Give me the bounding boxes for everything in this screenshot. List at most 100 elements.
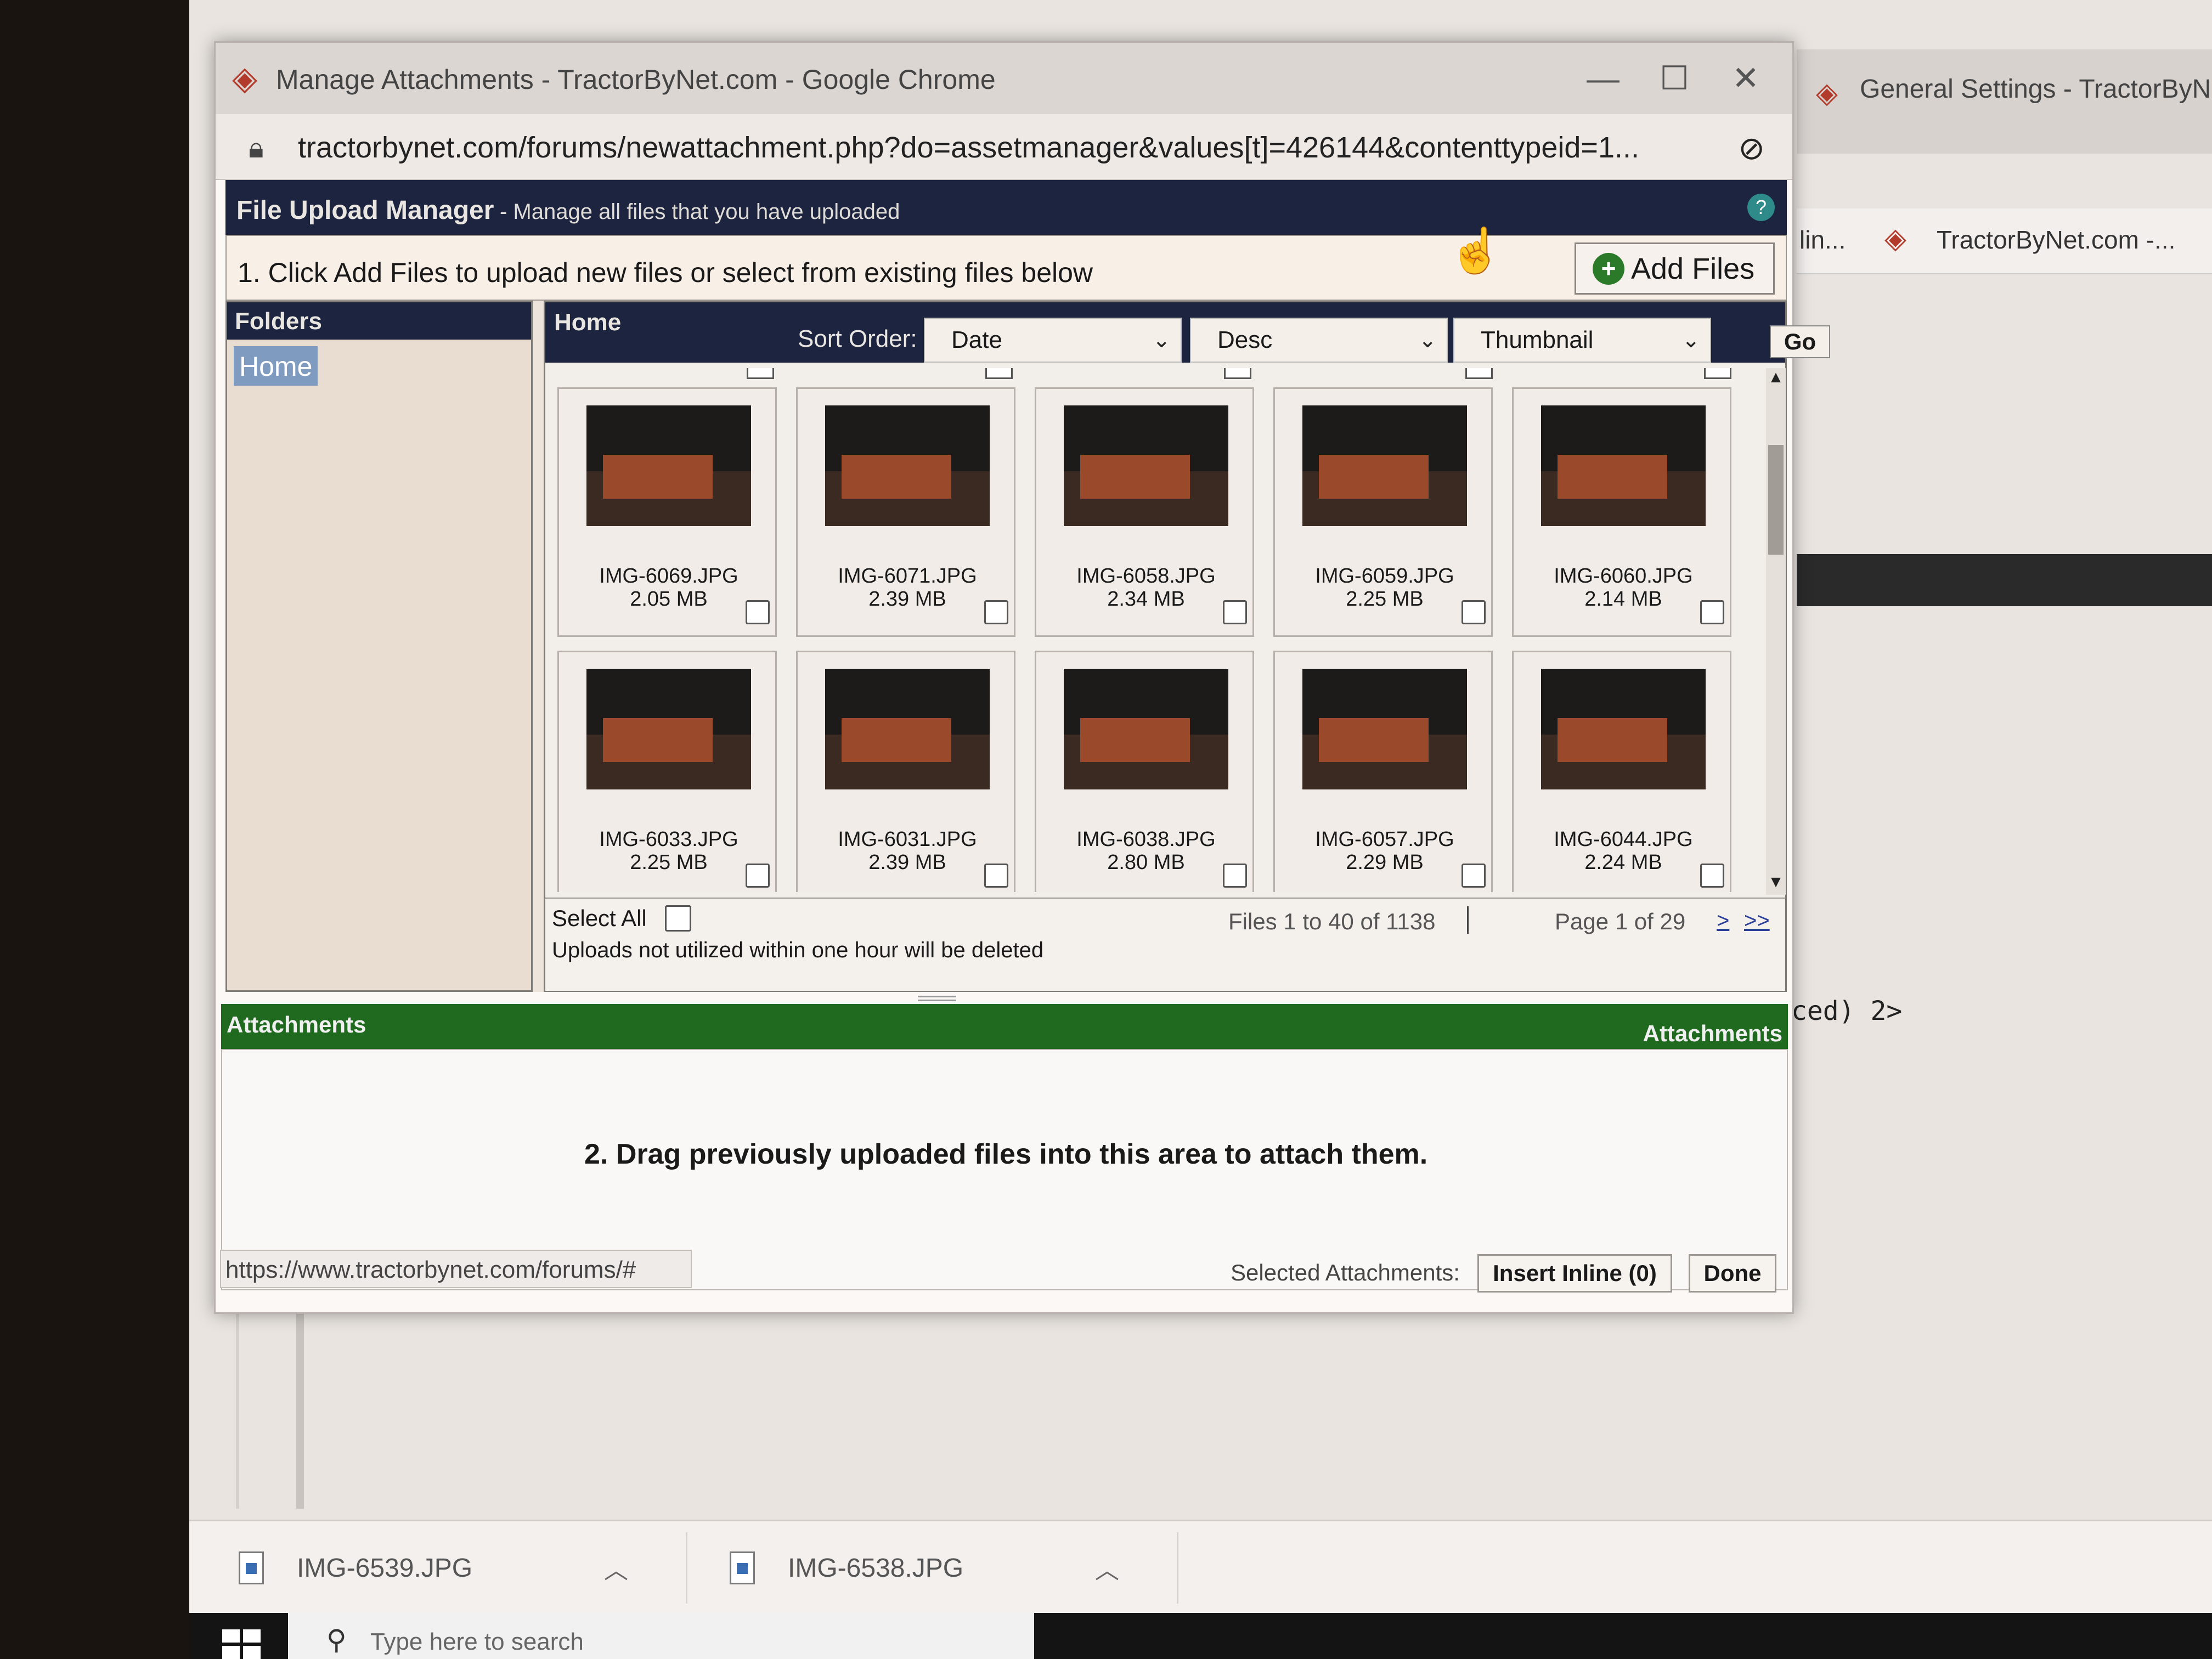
done-button[interactable]: Done (1689, 1254, 1776, 1293)
file-name: IMG-6038.JPG (1076, 828, 1216, 851)
current-folder-label: Home (554, 309, 622, 336)
resize-grip[interactable] (918, 996, 956, 1001)
folders-panel: Folders Home (225, 301, 533, 992)
minimize-button[interactable]: — (1573, 54, 1633, 103)
tracking-blocked-icon[interactable]: ⊘ (1738, 129, 1765, 167)
folder-item-home[interactable]: Home (234, 346, 318, 386)
taskbar-search-placeholder: Type here to search (370, 1628, 584, 1655)
sort-direction-select[interactable]: Desc ⌄ (1190, 318, 1448, 363)
url-text[interactable]: tractorbynet.com/forums/newattachment.ph… (298, 131, 1639, 165)
file-checkbox[interactable] (746, 864, 770, 888)
file-grid-scrollbar[interactable]: ▲ ▼ (1766, 368, 1786, 895)
file-thumbnail[interactable] (825, 669, 990, 789)
chevron-up-icon[interactable]: ︿ (604, 1550, 628, 1585)
attachments-title: Attachments (227, 1012, 366, 1037)
file-checkbox[interactable] (1223, 600, 1247, 624)
sort-direction-value: Desc (1217, 326, 1273, 353)
lock-icon[interactable]: 🔒︎ (249, 132, 264, 165)
file-thumbnail[interactable] (1064, 669, 1228, 789)
divider (1467, 906, 1469, 934)
file-card[interactable]: IMG-6057.JPG 2.29 MB (1273, 651, 1493, 892)
download-item[interactable]: IMG-6539.JPG ︿ (239, 1543, 628, 1593)
window-title-bar[interactable]: ◈ Manage Attachments - TractorByNet.com … (216, 43, 1792, 114)
file-grid: IMG-6069.JPG 2.05 MB IMG-6071.JPG 2.39 M… (552, 368, 1759, 892)
file-checkbox[interactable] (1704, 368, 1731, 379)
search-icon: ⚲ (326, 1624, 347, 1655)
sort-field-select[interactable]: Date ⌄ (924, 318, 1182, 363)
go-button[interactable]: Go (1770, 325, 1830, 358)
last-page-link[interactable]: >> (1744, 909, 1770, 933)
file-card[interactable]: IMG-6058.JPG 2.34 MB (1035, 387, 1254, 637)
bookmark-item[interactable]: TractorByNet.com -... (1937, 225, 2175, 255)
download-filename: IMG-6539.JPG (297, 1553, 473, 1583)
add-files-label: Add Files (1631, 252, 1755, 285)
file-checkbox[interactable] (985, 368, 1013, 379)
file-card[interactable]: IMG-6033.JPG 2.25 MB (557, 651, 777, 892)
file-checkbox[interactable] (984, 600, 1008, 624)
file-card[interactable]: IMG-6044.JPG 2.24 MB (1512, 651, 1731, 892)
file-card[interactable]: IMG-6071.JPG 2.39 MB (796, 387, 1015, 637)
file-thumbnail[interactable] (1302, 405, 1467, 526)
site-favicon-icon: ◈ (1884, 223, 1906, 255)
file-checkbox[interactable] (1700, 600, 1724, 624)
file-thumbnail[interactable] (586, 669, 751, 789)
file-thumbnail[interactable] (1064, 405, 1228, 526)
taskbar-search-box[interactable]: ⚲ Type here to search (288, 1613, 1034, 1659)
select-all-checkbox[interactable] (665, 905, 691, 932)
chevron-down-icon: ⌄ (1681, 328, 1700, 352)
file-name: IMG-6060.JPG (1554, 565, 1693, 588)
drop-hint: 2. Drag previously uploaded files into t… (584, 1138, 1428, 1170)
add-files-button[interactable]: + Add Files (1575, 242, 1775, 295)
file-checkbox[interactable] (747, 368, 774, 379)
scroll-thumb[interactable] (1768, 445, 1784, 555)
background-editor-gutter (296, 1300, 304, 1509)
scroll-down-arrow-icon[interactable]: ▼ (1766, 873, 1786, 895)
background-tab-title[interactable]: General Settings - TractorByN (1860, 74, 2211, 104)
file-checkbox[interactable] (1700, 864, 1724, 888)
file-checkbox[interactable] (1462, 600, 1486, 624)
file-checkbox[interactable] (1462, 864, 1486, 888)
maximize-button[interactable]: ☐ (1644, 54, 1705, 103)
file-thumbnail[interactable] (586, 405, 751, 526)
plus-circle-icon: + (1593, 252, 1624, 285)
file-card[interactable]: IMG-6038.JPG 2.80 MB (1035, 651, 1254, 892)
file-card[interactable]: IMG-6059.JPG 2.25 MB (1273, 387, 1493, 637)
panel-resize-handle[interactable] (533, 301, 544, 992)
status-url: https://www.tractorbynet.com/forums/# (220, 1250, 692, 1288)
image-file-icon (730, 1551, 755, 1584)
download-item[interactable]: IMG-6538.JPG ︿ (730, 1543, 1119, 1593)
address-bar[interactable]: 🔒︎ tractorbynet.com/forums/newattachment… (216, 114, 1792, 180)
file-thumbnail[interactable] (1541, 405, 1706, 526)
view-mode-select[interactable]: Thumbnail ⌄ (1453, 318, 1711, 363)
chevron-up-icon[interactable]: ︿ (1095, 1550, 1119, 1585)
background-dark-band (1797, 554, 2212, 606)
file-checkbox[interactable] (1465, 368, 1493, 379)
close-button[interactable]: ✕ (1716, 54, 1776, 103)
folders-header: Folders (227, 302, 531, 340)
file-thumbnail[interactable] (1541, 669, 1706, 789)
file-checkbox[interactable] (1223, 864, 1247, 888)
site-favicon-icon: ◈ (232, 60, 258, 97)
image-file-icon (239, 1551, 264, 1584)
file-checkbox[interactable] (1224, 368, 1251, 379)
file-checkbox[interactable] (984, 864, 1008, 888)
files-panel: Home Sort Order: Date ⌄ Desc ⌄ Thumbnail… (544, 301, 1830, 992)
file-card[interactable]: IMG-6069.JPG 2.05 MB (557, 387, 777, 637)
help-icon[interactable]: ? (1747, 194, 1775, 221)
scroll-up-arrow-icon[interactable]: ▲ (1766, 368, 1786, 390)
file-card[interactable]: IMG-6031.JPG 2.39 MB (796, 651, 1015, 892)
file-thumbnail[interactable] (1302, 669, 1467, 789)
bookmark-item[interactable]: lin... (1799, 225, 1846, 255)
page-subtitle: - Manage all files that you have uploade… (500, 200, 900, 224)
step1-instruction: 1. Click Add Files to upload new files o… (238, 257, 1093, 288)
next-page-link[interactable]: > (1717, 909, 1729, 933)
manage-attachments-window: ◈ Manage Attachments - TractorByNet.com … (214, 41, 1830, 1314)
file-card[interactable]: IMG-6060.JPG 2.14 MB (1512, 387, 1731, 637)
windows-start-icon[interactable] (222, 1629, 261, 1659)
file-name: IMG-6057.JPG (1315, 828, 1454, 851)
file-checkbox[interactable] (746, 600, 770, 624)
file-thumbnail[interactable] (825, 405, 990, 526)
insert-inline-button[interactable]: Insert Inline (0) (1477, 1254, 1672, 1293)
taskbar: ⚲ Type here to search (189, 1613, 2212, 1659)
downloads-bar: IMG-6539.JPG ︿ IMG-6538.JPG ︿ (189, 1520, 2212, 1613)
